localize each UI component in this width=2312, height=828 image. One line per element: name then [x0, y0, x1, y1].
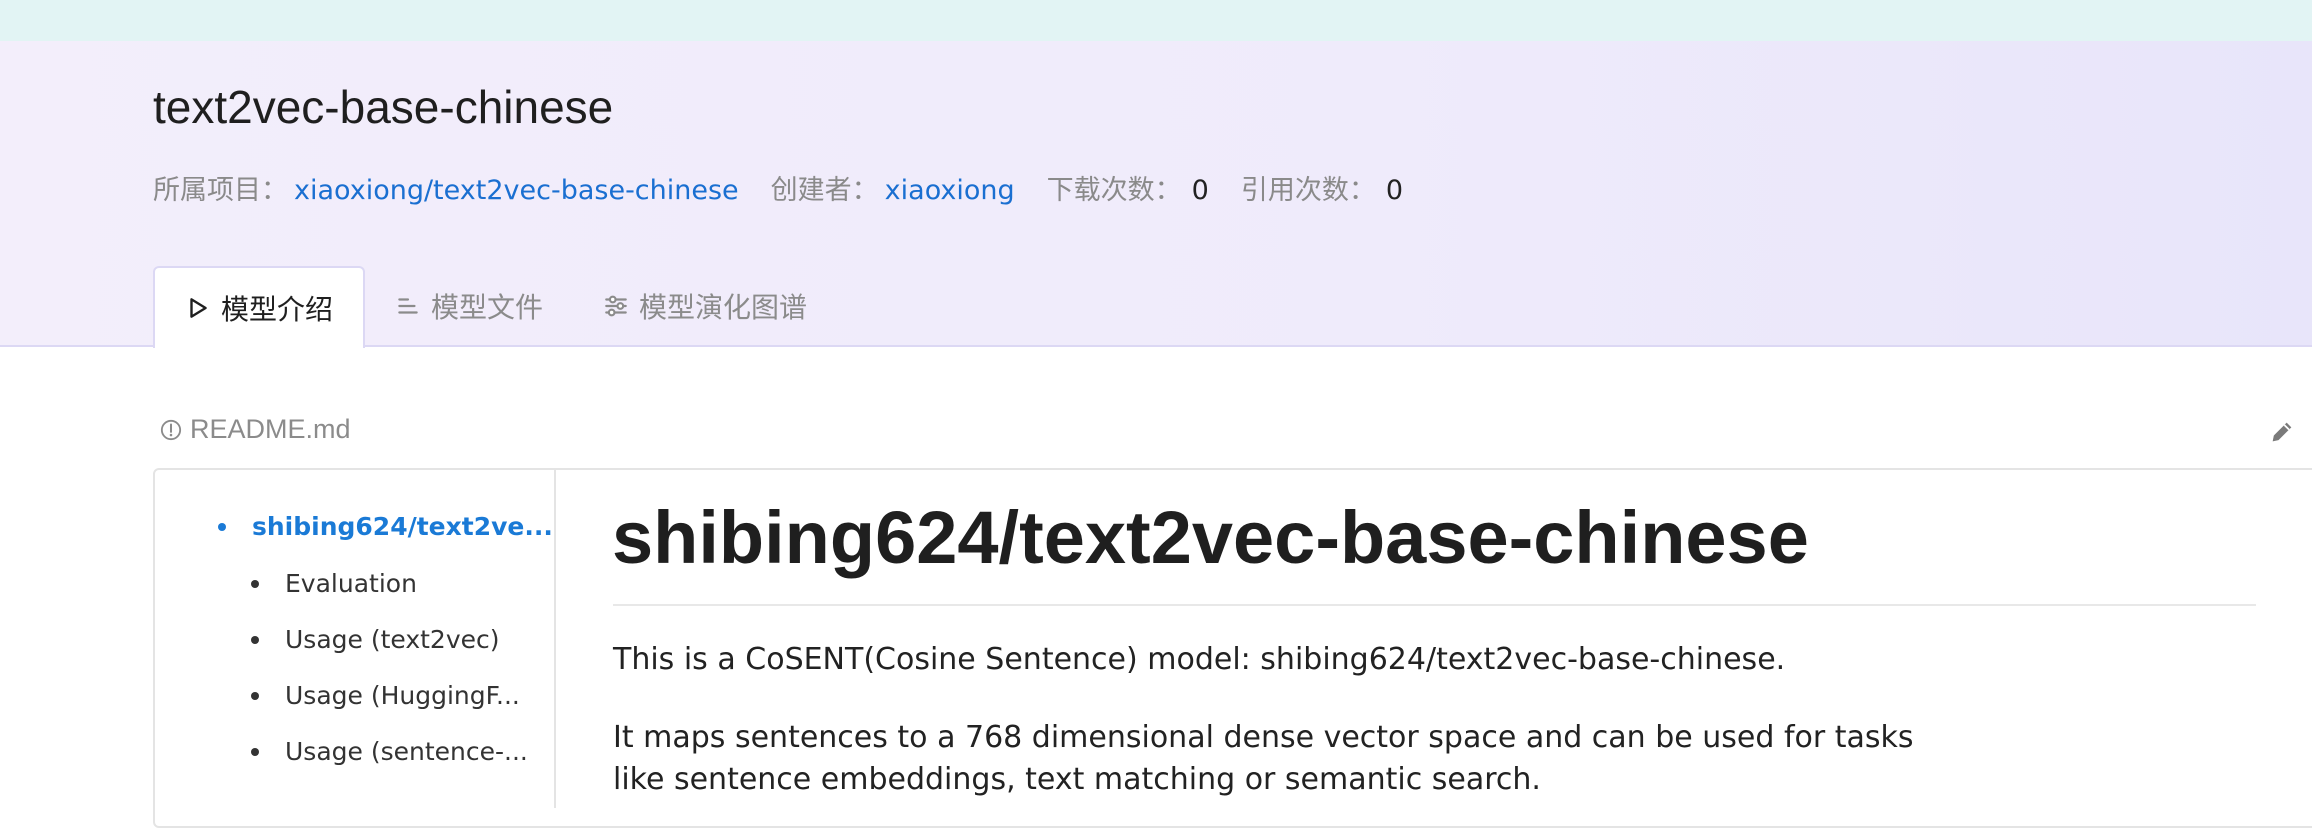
tab-label: 模型介绍 — [221, 293, 334, 326]
toc-item[interactable]: Usage (sentence-... — [251, 737, 528, 766]
toc-item-label: Usage (text2vec) — [285, 625, 500, 654]
heading-divider — [613, 604, 2256, 606]
readme-filename: README.md — [190, 414, 351, 444]
toc-item-label: shibing624/text2ve... — [252, 512, 553, 541]
play-outline-icon — [190, 298, 207, 318]
model-tabs: 模型介绍 模型文件 模型演化图谱 — [153, 266, 837, 348]
toc-item[interactable]: Usage (HuggingF... — [251, 681, 520, 710]
bullet-icon — [251, 747, 259, 756]
tab-label: 模型文件 — [431, 291, 544, 324]
project-link[interactable]: xiaoxiong/text2vec-base-chinese — [294, 175, 739, 206]
tab-model-files[interactable]: 模型文件 — [365, 266, 573, 346]
tab-label: 模型演化图谱 — [639, 291, 808, 324]
pencil-icon[interactable] — [2268, 418, 2296, 446]
readme-header: README.md — [160, 414, 351, 445]
toc-item-label: Evaluation — [285, 569, 417, 598]
bullet-icon — [218, 522, 226, 531]
table-of-contents: shibing624/text2ve... Evaluation Usage (… — [153, 468, 556, 808]
project-label: 所属项目： — [153, 175, 288, 206]
tab-model-intro[interactable]: 模型介绍 — [153, 266, 366, 348]
downloads-label: 下载次数： — [1046, 175, 1182, 206]
list-icon — [398, 298, 418, 314]
model-meta-row: 所属项目： xiaoxiong/text2vec-base-chinese 创建… — [153, 168, 1403, 207]
toc-item-label: Usage (HuggingF... — [285, 681, 520, 710]
toc-item[interactable]: Evaluation — [251, 569, 417, 598]
readme-paragraph: like sentence embeddings, text matching … — [613, 762, 1541, 797]
top-banner-strip — [0, 0, 2312, 41]
citations-label: 引用次数： — [1240, 175, 1376, 206]
sliders-icon — [605, 295, 627, 317]
readme-paragraph: It maps sentences to a 768 dimensional d… — [613, 720, 1914, 755]
creator-label: 创建者： — [770, 175, 879, 206]
readme-heading: shibing624/text2vec-base-chinese — [612, 496, 1809, 579]
toc-item-label: Usage (sentence-... — [285, 737, 528, 766]
toc-item[interactable]: shibing624/text2ve... — [218, 512, 553, 541]
creator-link[interactable]: xiaoxiong — [885, 175, 1015, 206]
tab-model-lineage[interactable]: 模型演化图谱 — [573, 266, 837, 346]
bullet-icon — [251, 579, 259, 588]
bullet-icon — [251, 691, 259, 700]
model-title: text2vec-base-chinese — [153, 81, 614, 133]
bullet-icon — [251, 635, 259, 644]
info-circle-icon — [160, 419, 182, 440]
citations-count: 0 — [1385, 175, 1404, 206]
downloads-count: 0 — [1191, 175, 1209, 206]
readme-paragraph: This is a CoSENT(Cosine Sentence) model:… — [613, 642, 1786, 677]
toc-item[interactable]: Usage (text2vec) — [251, 625, 500, 654]
